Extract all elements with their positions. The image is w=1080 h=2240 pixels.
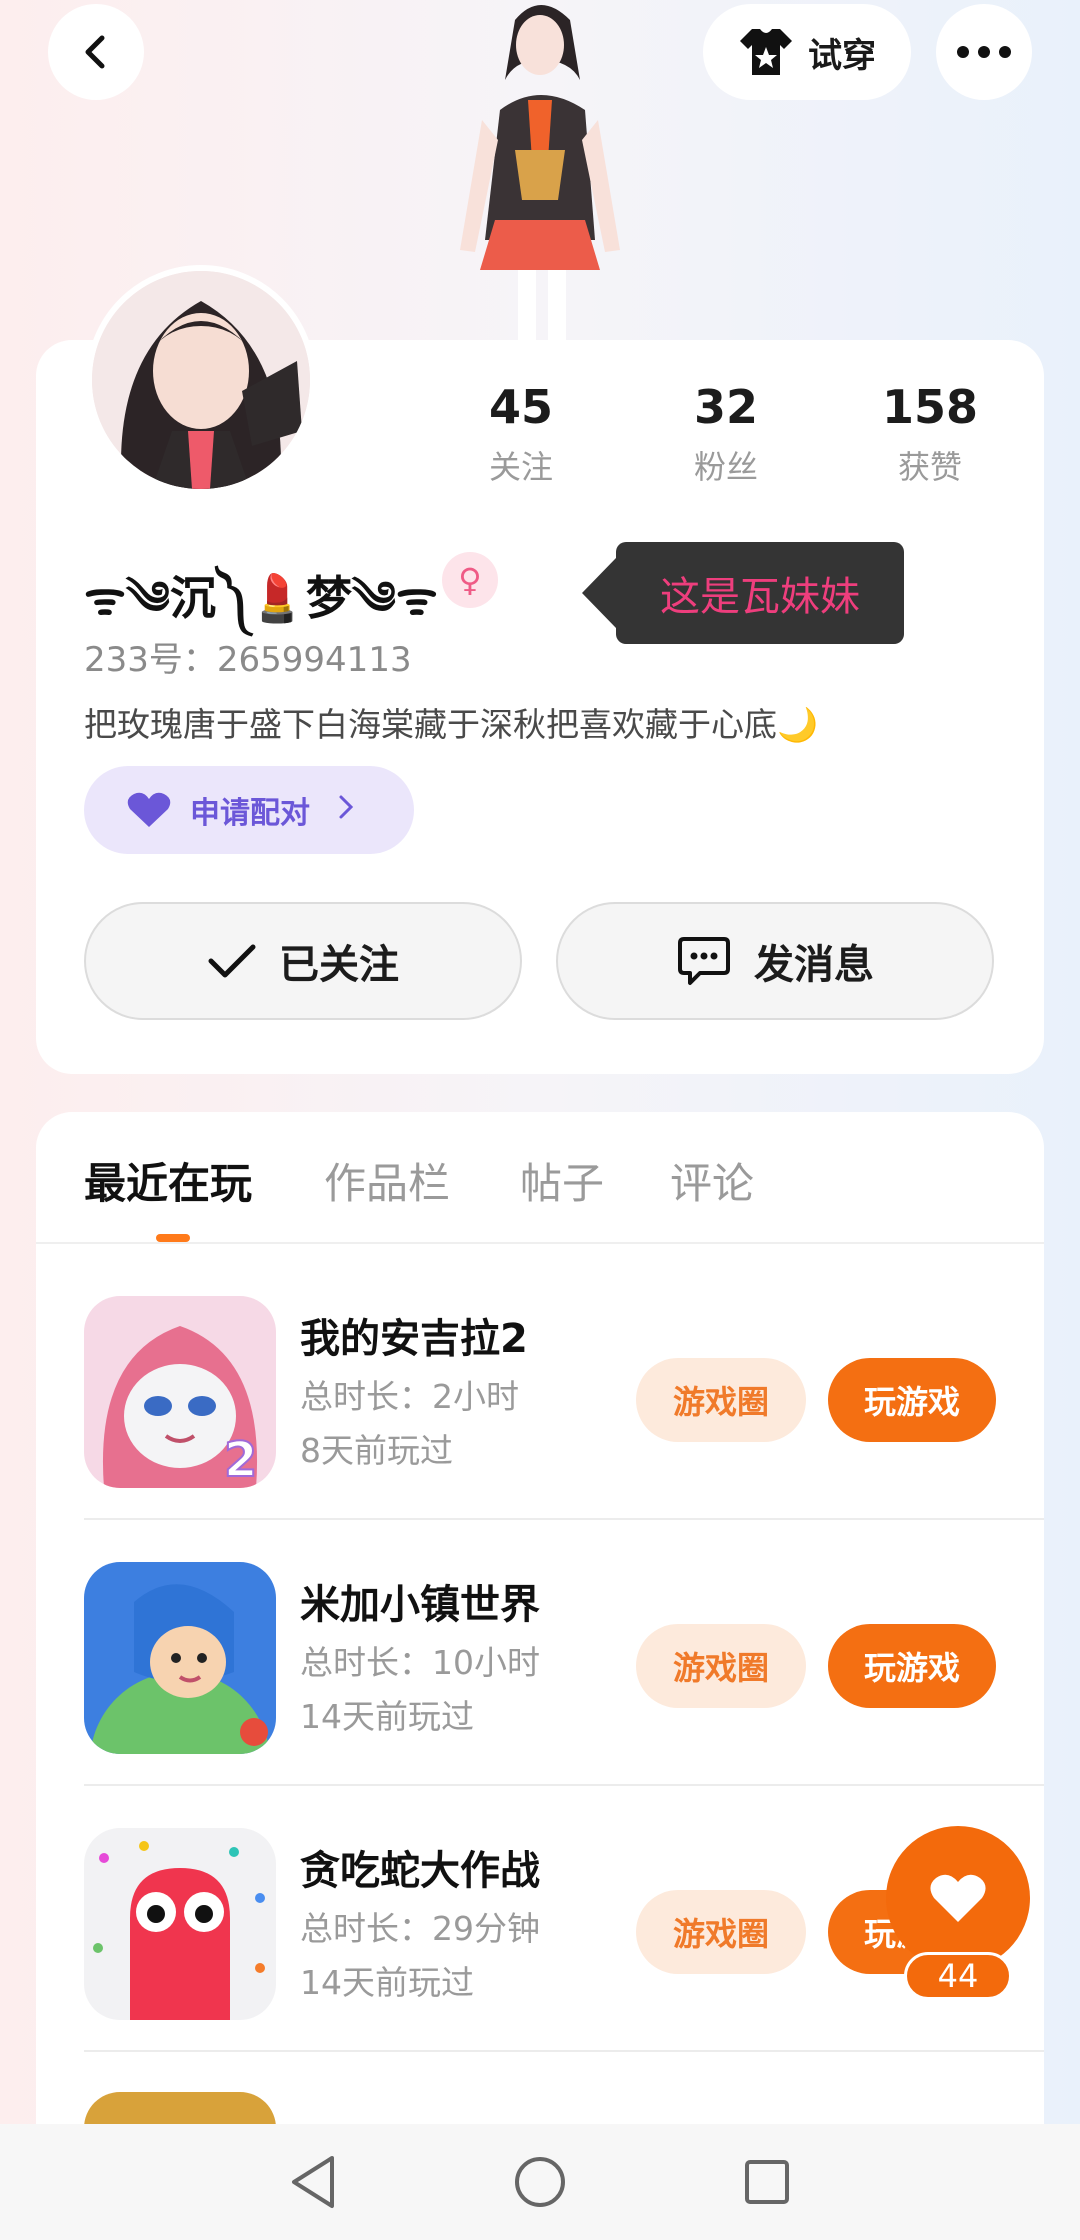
following-label: 已关注 — [279, 942, 399, 988]
bio: 把玫瑰唐于盛下白海棠藏于深秋把喜欢藏于心底🌙 — [84, 705, 819, 744]
like-count: 44 — [904, 1952, 1012, 2000]
game-circle-button[interactable]: 游戏圈 — [636, 1358, 806, 1442]
stat-followers[interactable]: 32 粉丝 — [646, 380, 806, 488]
pair-request-button[interactable]: 申请配对 — [84, 766, 414, 854]
more-button[interactable] — [936, 4, 1032, 100]
game-icon-snake — [84, 1828, 276, 2020]
stat-likes[interactable]: 158 获赞 — [850, 380, 1010, 488]
game-duration: 总时长：2小时 — [300, 1377, 519, 1416]
nav-home-icon[interactable] — [505, 2147, 575, 2217]
nav-recents-icon[interactable] — [732, 2147, 802, 2217]
back-button[interactable] — [48, 4, 144, 100]
svg-text:2: 2 — [224, 1432, 257, 1488]
divider — [36, 1242, 1044, 1244]
chat-bubble-icon — [678, 937, 730, 985]
tab-recently-played[interactable]: 最近在玩 — [84, 1150, 252, 1211]
game-row[interactable]: 2 我的安吉拉2 总时长：2小时 8天前玩过 游戏圈 玩游戏 — [84, 1254, 1044, 1520]
play-game-button[interactable]: 玩游戏 — [828, 1624, 996, 1708]
tab-posts[interactable]: 帖子 — [520, 1150, 604, 1211]
game-last-played: 8天前玩过 — [300, 1431, 453, 1470]
stat-value: 45 — [488, 380, 553, 434]
user-id: 233号：265994113 — [84, 640, 412, 680]
divider — [84, 2050, 1044, 2052]
game-last-played: 14天前玩过 — [300, 1697, 474, 1736]
game-duration: 总时长：29分钟 — [300, 1909, 540, 1948]
game-row[interactable]: 米加小镇世界 总时长：10小时 14天前玩过 游戏圈 玩游戏 — [84, 1520, 1044, 1786]
stat-label: 粉丝 — [693, 448, 758, 486]
game-icon-miga-town — [84, 1562, 276, 1754]
back-icon — [85, 35, 105, 69]
chevron-right-icon — [338, 793, 354, 828]
like-button[interactable] — [886, 1826, 1030, 1970]
game-icon-angela: 2 — [84, 1296, 276, 1488]
stat-label: 关注 — [488, 448, 553, 486]
try-on-label: 试穿 — [808, 35, 876, 76]
game-title: 我的安吉拉2 — [300, 1316, 528, 1362]
heart-icon — [930, 1874, 986, 1922]
game-last-played: 14天前玩过 — [300, 1963, 474, 2002]
game-duration: 总时长：10小时 — [300, 1643, 540, 1682]
game-circle-button[interactable]: 游戏圈 — [636, 1624, 806, 1708]
play-game-button[interactable]: 玩游戏 — [828, 1358, 996, 1442]
try-on-button[interactable]: 试穿 — [703, 4, 911, 100]
stat-following[interactable]: 45 关注 — [441, 380, 601, 488]
send-message-button[interactable]: 发消息 — [556, 902, 994, 1020]
tab-comments[interactable]: 评论 — [670, 1150, 754, 1211]
avatar-figure — [420, 0, 660, 340]
pair-request-label: 申请配对 — [190, 796, 310, 831]
stat-label: 获赞 — [897, 448, 962, 486]
tab-works[interactable]: 作品栏 — [324, 1150, 450, 1211]
game-circle-button[interactable]: 游戏圈 — [636, 1890, 806, 1974]
send-message-label: 发消息 — [754, 942, 874, 988]
nav-back-icon[interactable] — [278, 2147, 348, 2217]
shirt-star-icon — [740, 29, 792, 75]
stat-value: 158 — [881, 380, 979, 434]
checkmark-icon — [208, 944, 256, 978]
game-title: 贪吃蛇大作战 — [300, 1848, 540, 1894]
stat-value: 32 — [693, 380, 758, 434]
gender-female-icon: ♀ — [442, 552, 498, 608]
following-button[interactable]: 已关注 — [84, 902, 522, 1020]
more-icon — [957, 46, 1011, 58]
tab-indicator — [156, 1234, 190, 1242]
tooltip: 这是瓦妹妹 — [582, 542, 904, 644]
heart-icon — [127, 792, 171, 827]
profile-avatar[interactable] — [86, 265, 316, 495]
game-title: 米加小镇世界 — [300, 1582, 540, 1628]
system-nav-bar — [0, 2124, 1080, 2240]
